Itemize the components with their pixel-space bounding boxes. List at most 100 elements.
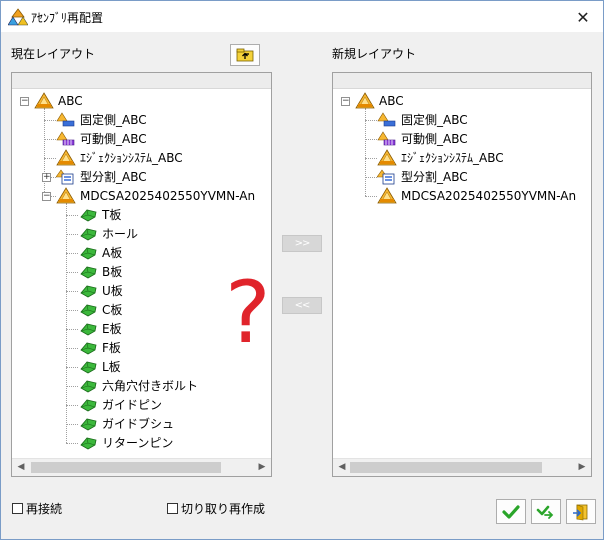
scroll-thumb[interactable] xyxy=(350,462,542,473)
tree-item[interactable]: T板 xyxy=(78,205,121,224)
tree-item-label: ホール xyxy=(102,227,139,241)
tree-item[interactable]: 固定側_ABC xyxy=(377,110,468,129)
scroll-left-icon[interactable]: ◀ xyxy=(15,461,27,473)
scroll-right-icon[interactable]: ▶ xyxy=(576,461,588,473)
tree-item[interactable]: ｴｼﾞｪｸｼｮﾝｼｽﾃﾑ_ABC xyxy=(377,148,504,167)
assembly-icon xyxy=(56,187,76,204)
parent-folder-button[interactable] xyxy=(230,44,260,66)
tree-connector xyxy=(66,405,78,406)
horizontal-scrollbar[interactable]: ◀ ▶ xyxy=(12,458,271,476)
move-left-button[interactable]: << xyxy=(282,297,322,314)
tree-header xyxy=(333,73,591,89)
moving-side-assembly-icon xyxy=(56,131,75,146)
tree-connector xyxy=(66,424,78,425)
tree-item[interactable]: B板 xyxy=(78,262,122,281)
tree-item[interactable]: E板 xyxy=(78,319,122,338)
tree-item[interactable]: ABC xyxy=(34,91,83,110)
tree-item[interactable]: L板 xyxy=(78,357,121,376)
tree-item-label: C板 xyxy=(102,303,123,317)
tree-item[interactable]: ホール xyxy=(78,224,138,243)
tree-item-label: ABC xyxy=(379,93,404,108)
part-icon xyxy=(80,266,97,279)
exit-button[interactable] xyxy=(566,499,596,524)
tree-item[interactable]: MDCSA2025402550YVMN-An xyxy=(56,186,255,205)
move-right-button[interactable]: >> xyxy=(282,235,322,252)
checkmark-icon xyxy=(502,504,520,519)
scroll-thumb[interactable] xyxy=(31,462,221,473)
tree-connector xyxy=(66,272,78,273)
tree-connector xyxy=(66,203,67,443)
tree-item[interactable]: 可動側_ABC xyxy=(56,129,147,148)
app-icon xyxy=(8,8,28,26)
tree-connector xyxy=(66,329,78,330)
mold-split-icon xyxy=(377,169,395,185)
part-icon xyxy=(80,437,97,450)
tree-connector xyxy=(365,139,377,140)
assembly-icon xyxy=(34,92,54,109)
checkbox-box[interactable] xyxy=(167,503,178,514)
tree-item-label: MDCSA2025402550YVMN-An xyxy=(80,188,256,203)
tree-item[interactable]: A板 xyxy=(78,243,122,262)
collapse-icon[interactable]: − xyxy=(42,192,51,201)
expand-icon[interactable]: + xyxy=(42,173,51,182)
tree-connector xyxy=(66,386,78,387)
tree-item-label: MDCSA2025402550YVMN-An xyxy=(401,188,577,203)
reconnect-checkbox[interactable]: 再接続 xyxy=(12,500,62,517)
tree-item[interactable]: C板 xyxy=(78,300,122,319)
tree-item[interactable]: 型分割_ABC xyxy=(56,167,147,186)
tree-item-label: 可動側_ABC xyxy=(401,132,468,146)
recreate-cut-checkbox[interactable]: 切り取り再作成 xyxy=(167,500,265,517)
tree-connector xyxy=(365,177,377,178)
tree-item-label: 固定側_ABC xyxy=(80,113,147,127)
close-button[interactable]: ✕ xyxy=(569,5,597,29)
tree-item[interactable]: ガイドピン xyxy=(78,395,162,414)
tree-connector xyxy=(66,348,78,349)
tree-connector xyxy=(44,108,45,196)
part-icon xyxy=(80,304,97,317)
tree-item[interactable]: 固定側_ABC xyxy=(56,110,147,129)
part-icon xyxy=(80,247,97,260)
tree-item[interactable]: F板 xyxy=(78,338,121,357)
tree-connector xyxy=(66,367,78,368)
tree-item[interactable]: ガイドブシュ xyxy=(78,414,174,433)
ok-button[interactable] xyxy=(496,499,526,524)
tree-connector xyxy=(365,196,377,197)
tree-item[interactable]: 型分割_ABC xyxy=(377,167,468,186)
new-layout-label: 新規レイアウト xyxy=(332,47,417,61)
tree-item-label: 型分割_ABC xyxy=(401,170,468,184)
exit-door-icon xyxy=(573,504,588,520)
horizontal-scrollbar[interactable]: ◀ ▶ xyxy=(333,458,591,476)
part-icon xyxy=(80,323,97,336)
moving-side-assembly-icon xyxy=(377,131,396,146)
checkbox-box[interactable] xyxy=(12,503,23,514)
tree-item-label: 固定側_ABC xyxy=(401,113,468,127)
tree-connector xyxy=(44,158,56,159)
window-title: ｱｾﾝﾌﾞﾘ再配置 xyxy=(31,11,104,25)
tree-item-label: 六角穴付きボルト xyxy=(102,379,199,393)
close-icon: ✕ xyxy=(576,7,590,27)
part-icon xyxy=(80,399,97,412)
tree-item[interactable]: MDCSA2025402550YVMN-An xyxy=(377,186,576,205)
assembly-icon xyxy=(377,187,397,204)
tree-item[interactable]: U板 xyxy=(78,281,123,300)
tree-item[interactable]: 可動側_ABC xyxy=(377,129,468,148)
new-layout-tree[interactable]: − ABC 固定側_ABC 可動側_ABC ｴｼﾞｪｸｼｮﾝｼｽﾃﾑ_ABC 型分割_AB… xyxy=(332,72,592,477)
part-icon xyxy=(80,380,97,393)
tree-item-label: ABC xyxy=(58,93,83,108)
tree-connector xyxy=(365,120,377,121)
tree-connector xyxy=(66,443,78,444)
part-icon xyxy=(80,418,97,431)
tree-item[interactable]: ABC xyxy=(355,91,404,110)
tree-item[interactable]: ｴｼﾞｪｸｼｮﾝｼｽﾃﾑ_ABC xyxy=(56,148,183,167)
collapse-icon[interactable]: − xyxy=(20,97,29,106)
scroll-left-icon[interactable]: ◀ xyxy=(336,461,348,473)
tree-connector xyxy=(365,158,377,159)
scroll-right-icon[interactable]: ▶ xyxy=(256,461,268,473)
tree-item[interactable]: リターンピン xyxy=(78,433,173,452)
title-bar: ｱｾﾝﾌﾞﾘ再配置 ✕ xyxy=(1,1,603,32)
tree-item[interactable]: 六角穴付きボルト xyxy=(78,376,198,395)
tree-item-label: U板 xyxy=(102,284,123,298)
apply-button[interactable] xyxy=(531,499,561,524)
current-layout-label: 現在レイアウト xyxy=(11,47,96,61)
collapse-icon[interactable]: − xyxy=(341,97,350,106)
